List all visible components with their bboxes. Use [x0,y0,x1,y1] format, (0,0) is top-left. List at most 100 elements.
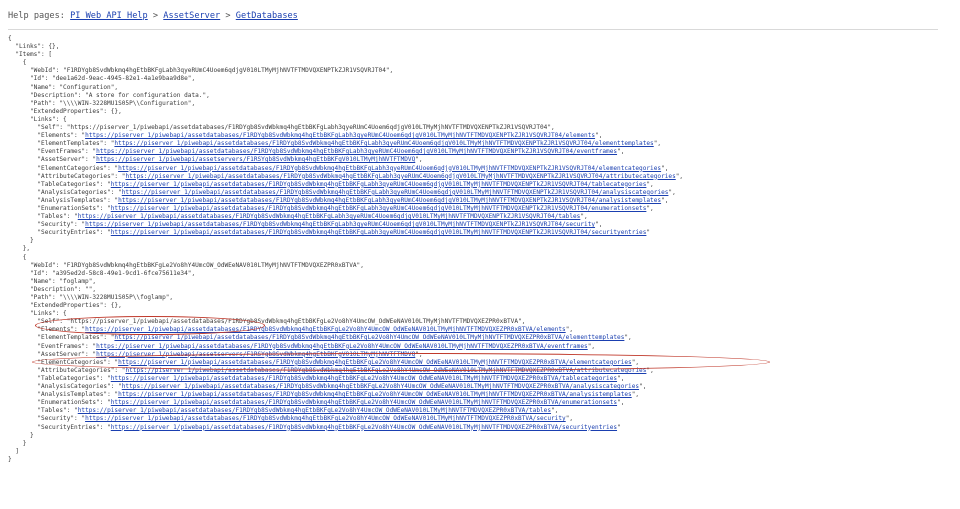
json-link-key: ElementCategories [41,164,104,172]
json-link-url[interactable]: https://piserver_1/piwebapi/assetdatabas… [111,229,647,236]
json-link-key: Elements [41,326,71,334]
json-link-url[interactable]: https://piserver_1/piwebapi/assetdatabas… [118,359,632,366]
json-link-key: SecurityEntries [41,229,97,237]
json-link-key: TableCategories [41,180,97,188]
json-link-url[interactable]: https://piserver_1/piwebapi/assetdatabas… [122,383,639,390]
json-line: "ElementCategories": "https://piserver_1… [37,358,640,366]
json-link-url[interactable]: https://piserver_1/piwebapi/assetdatabas… [85,221,595,228]
json-text: "WebId": "F1RDYgb8SvdWbkmq4hgEtbBKFgLabh… [30,67,394,75]
json-line: { [8,35,953,43]
json-link-key: Security [41,221,71,229]
json-text: }, [22,245,31,253]
json-link-key: AssetServer [41,350,82,358]
json-line: "AnalysisCategories": "https://piserver_… [37,383,647,391]
json-line: "ElementTemplates": "https://piserver_1/… [37,140,662,148]
json-line: "TableCategories": "https://piserver_1/p… [37,180,654,188]
json-link-key: Elements [41,132,71,140]
json-link-url[interactable]: https://piserver_1/piwebapi/assetdatabas… [111,424,617,431]
json-link-url[interactable]: https://piserver_1/piwebapi/assetservers… [96,156,415,163]
json-link-url[interactable]: https://piserver_1/piwebapi/assetdatabas… [78,213,581,220]
json-line: "Id": "dee1a62d-9eac-4945-82e1-4a1e9baa9… [8,75,953,83]
json-line: "EnumerationSets": "https://piserver_1/p… [37,399,625,407]
json-line: "Links": {}, [8,43,953,51]
json-line: "Links": { [8,116,953,124]
json-link-url[interactable]: https://piserver_1/piwebapi/assetdatabas… [111,375,617,382]
json-line: "Name": "Configuration", [8,84,953,92]
json-text: "Id": "dee1a62d-9eac-4945-82e1-4a1e9baa9… [30,75,196,83]
json-text: } [30,237,34,245]
json-link-key: AnalysisTemplates [41,196,104,204]
json-text: "Items": [ [15,51,53,59]
json-link-key: Self [41,318,56,326]
json-link-key: TableCategories [41,374,97,382]
json-line: { [8,59,953,67]
json-line: }, [8,245,953,253]
json-link-url[interactable]: https://piserver_1/piwebapi/assetdatabas… [78,407,551,414]
json-line: "EventFrames": "https://piserver_1/piweb… [37,148,625,156]
json-line: "SecurityEntries": "https://piserver_1/p… [37,423,621,431]
json-link-key: Tables [41,213,64,221]
json-line: "Id": "a395ed2d-58c8-49e1-9cd1-6fce75611… [8,270,953,278]
json-link-url[interactable]: https://piserver_1/piwebapi/assetdatabas… [114,334,624,341]
json-link-url[interactable]: https://piserver_1/piwebapi/assetdatabas… [85,132,595,139]
breadcrumb-link-assetserver[interactable]: AssetServer [163,11,220,21]
json-text: { [8,35,12,42]
json-line: "AttributeCategories": "https://piserver… [37,366,654,374]
json-link-url[interactable]: https://piserver_1/piwebapi/assetdatabas… [111,181,647,188]
json-line: "Name": "foglamp", [8,278,953,286]
json-link-url[interactable]: https://piserver_1/piwebapi/assetdatabas… [111,205,647,212]
json-link-url[interactable]: https://piserver_1/piwebapi/assetdatabas… [125,173,675,180]
json-link-url[interactable]: https://piserver_1/piwebapi/assetdatabas… [122,189,669,196]
help-pages-label: Help pages: [8,11,65,21]
json-link-key: Security [41,415,71,423]
json-text: "Links": { [30,115,67,123]
json-line: "Self": "https://piserver_1/piwebapi/ass… [37,318,526,326]
json-link-url[interactable]: https://piserver_1/piwebapi/assetdatabas… [118,391,632,398]
json-line: "AttributeCategories": "https://piserver… [37,172,684,180]
json-link-key: AnalysisCategories [41,383,108,391]
json-text: ] [15,447,20,455]
json-line: "AssetServer": "https://piserver_1/piweb… [37,350,423,358]
json-line: "Elements": "https://piserver_1/piwebapi… [37,326,574,334]
json-line: "Items": [ [8,51,953,59]
json-link-url[interactable]: https://piserver_1/piwebapi/assetdatabas… [125,367,646,374]
json-line: "AssetServer": "https://piserver_1/piweb… [37,156,423,164]
json-line: } [8,432,953,440]
json-link-url[interactable]: https://piserver_1/piwebapi/assetdatabas… [85,326,566,333]
json-link-url: https://piserver_1/piwebapi/assetdatabas… [70,124,548,132]
json-link-url[interactable]: https://piserver_1/piwebapi/assetservers… [96,351,415,358]
json-link-key: AnalysisTemplates [41,391,104,399]
json-line: "Description": "A store for configuratio… [8,92,953,100]
json-line: "WebId": "F1RDYgb8SvdWbkmq4hgEtbBKFgLabh… [8,67,953,75]
json-text: { [22,59,27,67]
json-line: "Self": "https://piserver_1/piwebapi/ass… [37,124,555,132]
json-link-url[interactable]: https://piserver_1/piwebapi/assetdatabas… [118,165,661,172]
json-link-url[interactable]: https://piserver_1/piwebapi/assetdatabas… [114,140,653,147]
json-line: "Path": "\\\\WIN-3228MU1S05P\\foglamp", [8,294,953,302]
json-link-key: AttributeCategories [41,366,111,374]
json-link-key: AttributeCategories [41,172,111,180]
breadcrumb-link-pi-web-api-help[interactable]: PI Web API Help [70,11,148,21]
json-line: "AnalysisCategories": "https://piserver_… [37,188,676,196]
json-link-url[interactable]: https://piserver_1/piwebapi/assetdatabas… [111,399,617,406]
json-link-url[interactable]: https://piserver_1/piwebapi/assetdatabas… [96,343,588,350]
json-line: "EventFrames": "https://piserver_1/piweb… [37,342,596,350]
json-line: "AnalysisTemplates": "https://piserver_1… [37,196,669,204]
json-link-key: EnumerationSets [41,204,97,212]
json-line: "WebId": "F1RDYgb8SvdWbkmq4hgEtbBKFgLe2V… [8,262,953,270]
breadcrumb-link-getdatabases[interactable]: GetDatabases [236,11,298,21]
json-link-key: AnalysisCategories [41,188,108,196]
json-line: { [8,254,953,262]
json-line: "ExtendedProperties": {}, [8,108,953,116]
json-line: "ElementCategories": "https://piserver_1… [37,164,669,172]
json-text: "Links": {}, [15,43,60,51]
breadcrumb-separator: > [225,11,231,21]
json-line: "ExtendedProperties": {}, [8,302,953,310]
json-text: } [30,431,34,439]
json-line: } [8,440,953,448]
json-link-url[interactable]: https://piserver_1/piwebapi/assetdatabas… [85,415,566,422]
json-link-url[interactable]: https://piserver_1/piwebapi/assetdatabas… [118,197,661,204]
json-link-url[interactable]: https://piserver_1/piwebapi/assetdatabas… [96,148,617,155]
json-line: "Security": "https://piserver_1/piwebapi… [37,221,603,229]
json-text: "Path": "\\\\WIN-3228MU1S05P\\Configurat… [30,99,196,107]
